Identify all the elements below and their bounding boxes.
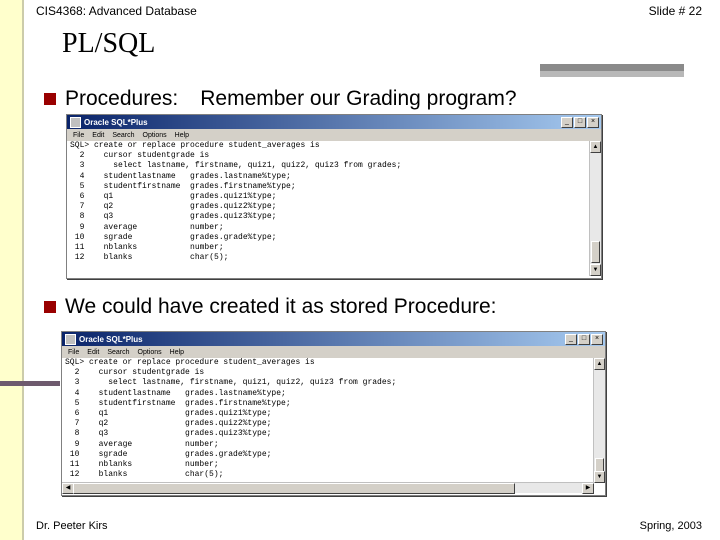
scroll-down-icon[interactable]: ▼ [590, 264, 601, 276]
menu-bar: File Edit Search Options Help [62, 346, 605, 358]
menu-options[interactable]: Options [138, 349, 162, 356]
bullet-lead: Procedures: [65, 87, 179, 110]
close-button[interactable]: × [587, 116, 599, 128]
bullet-text: Remember our Grading program? [200, 87, 517, 110]
menu-file[interactable]: File [73, 132, 84, 139]
menu-edit[interactable]: Edit [87, 349, 99, 356]
menu-options[interactable]: Options [143, 132, 167, 139]
left-rail [0, 0, 23, 540]
scroll-up-icon[interactable]: ▲ [594, 358, 605, 370]
console-code: SQL> create or replace procedure student… [65, 358, 397, 480]
app-icon [70, 116, 81, 128]
console-area[interactable]: SQL> create or replace procedure student… [62, 358, 605, 494]
menu-file[interactable]: File [68, 349, 79, 356]
scroll-right-icon[interactable]: ▶ [582, 483, 594, 494]
minimize-button[interactable]: _ [561, 116, 573, 128]
window-title: Oracle SQL*Plus [79, 334, 143, 344]
vertical-scrollbar[interactable]: ▲ ▼ [589, 141, 601, 276]
window-titlebar[interactable]: Oracle SQL*Plus _ □ × [67, 115, 601, 129]
bullet-procedures: Procedures: Remember our Grading program… [44, 87, 517, 111]
horizontal-scrollbar[interactable]: ◀ ▶ [62, 482, 594, 494]
scroll-up-icon[interactable]: ▲ [590, 141, 601, 153]
window-titlebar[interactable]: Oracle SQL*Plus _ □ × [62, 332, 605, 346]
scroll-down-icon[interactable]: ▼ [594, 471, 605, 483]
hscroll-thumb[interactable] [73, 483, 515, 494]
sqlplus-window-2[interactable]: Oracle SQL*Plus _ □ × File Edit Search O… [61, 331, 606, 496]
menu-help[interactable]: Help [170, 349, 184, 356]
footer-author: Dr. Peeter Kirs [36, 520, 108, 532]
slide-number: Slide # 22 [648, 4, 702, 18]
title-underline-dark [540, 64, 684, 71]
scroll-thumb[interactable] [591, 241, 600, 263]
close-button[interactable]: × [591, 333, 603, 345]
console-code: SQL> create or replace procedure student… [70, 141, 402, 263]
maximize-button[interactable]: □ [574, 116, 586, 128]
sqlplus-window-1[interactable]: Oracle SQL*Plus _ □ × File Edit Search O… [66, 114, 602, 279]
maximize-button[interactable]: □ [578, 333, 590, 345]
app-icon [65, 333, 76, 345]
accent-bar [0, 381, 60, 386]
menu-search[interactable]: Search [107, 349, 129, 356]
title-underline-light [540, 71, 684, 77]
vertical-scrollbar[interactable]: ▲ ▼ [593, 358, 605, 483]
window-title: Oracle SQL*Plus [84, 117, 148, 127]
bullet-stored-procedure: We could have created it as stored Proce… [44, 295, 497, 319]
menu-help[interactable]: Help [175, 132, 189, 139]
rail-divider [22, 0, 24, 540]
bullet-text: We could have created it as stored Proce… [65, 295, 497, 318]
footer-term: Spring, 2003 [639, 520, 702, 532]
console-area[interactable]: SQL> create or replace procedure student… [67, 141, 601, 276]
course-header: CIS4368: Advanced Database [36, 4, 197, 18]
menu-edit[interactable]: Edit [92, 132, 104, 139]
menu-search[interactable]: Search [112, 132, 134, 139]
bullet-square-icon [44, 301, 56, 313]
slide-title: PL/SQL [62, 28, 156, 59]
minimize-button[interactable]: _ [565, 333, 577, 345]
bullet-square-icon [44, 93, 56, 105]
menu-bar: File Edit Search Options Help [67, 129, 601, 141]
